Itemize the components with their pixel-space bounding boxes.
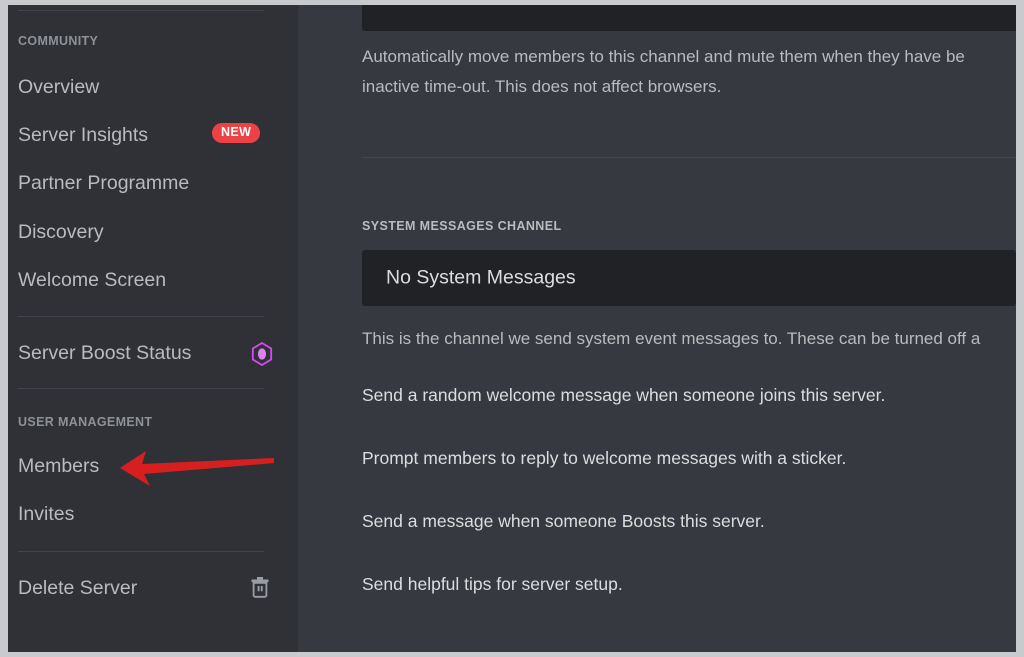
sidebar-item-overview[interactable]: Overview <box>18 72 266 102</box>
sidebar-item-members[interactable]: Members <box>18 451 266 481</box>
screenshot-frame: COMMUNITY Overview Server Insights NEW P… <box>0 0 1024 657</box>
settings-sidebar: COMMUNITY Overview Server Insights NEW P… <box>8 5 298 652</box>
sidebar-divider-boost <box>18 388 264 389</box>
afk-timeout-dropdown[interactable] <box>850 5 1016 31</box>
sidebar-divider-top <box>18 10 264 11</box>
sidebar-item-label: Partner Programme <box>18 171 190 194</box>
system-message-option-setup-tips[interactable]: Send helpful tips for server setup. <box>362 574 623 595</box>
app-viewport: COMMUNITY Overview Server Insights NEW P… <box>8 5 1016 652</box>
sidebar-item-welcome-screen[interactable]: Welcome Screen <box>18 265 266 295</box>
sidebar-item-label: Invites <box>18 502 75 525</box>
sidebar-item-label: Members <box>18 454 100 477</box>
status-badge-new: NEW <box>212 123 261 143</box>
sidebar-divider-community <box>18 316 264 317</box>
main-divider-afk <box>362 157 1016 158</box>
trash-icon[interactable] <box>250 576 270 598</box>
sidebar-item-label: Server Insights <box>18 123 149 146</box>
system-messages-description: This is the channel we send system event… <box>362 329 981 348</box>
sidebar-item-delete-server[interactable]: Delete Server <box>18 573 266 603</box>
afk-channel-dropdown[interactable] <box>362 5 856 31</box>
sidebar-item-server-boost-status[interactable]: Server Boost Status <box>18 338 266 368</box>
boost-gem-icon <box>251 341 273 367</box>
sidebar-item-partner-programme[interactable]: Partner Programme <box>18 168 266 198</box>
system-message-option-sticker-reply[interactable]: Prompt members to reply to welcome messa… <box>362 448 846 469</box>
sidebar-item-label: Discovery <box>18 220 104 243</box>
afk-description-line-1: Automatically move members to this chann… <box>362 47 965 66</box>
sidebar-item-discovery[interactable]: Discovery <box>18 217 266 247</box>
system-message-option-boost[interactable]: Send a message when someone Boosts this … <box>362 511 765 532</box>
sidebar-item-label: Delete Server <box>18 576 138 599</box>
afk-description-line-2: inactive time-out. This does not affect … <box>362 77 722 96</box>
sidebar-item-label: Server Boost Status <box>18 341 192 364</box>
settings-main-panel: Automatically move members to this chann… <box>298 5 1016 652</box>
system-messages-channel-value: No System Messages <box>386 266 576 289</box>
sidebar-item-label: Welcome Screen <box>18 268 167 291</box>
sidebar-item-invites[interactable]: Invites <box>18 499 266 529</box>
sidebar-section-header-user-management: USER MANAGEMENT <box>18 415 153 429</box>
system-message-option-welcome[interactable]: Send a random welcome message when someo… <box>362 385 885 406</box>
system-messages-section-header: SYSTEM MESSAGES CHANNEL <box>362 219 562 233</box>
sidebar-section-header-community: COMMUNITY <box>18 34 99 48</box>
sidebar-divider-user-management <box>18 551 264 552</box>
system-messages-channel-dropdown[interactable]: No System Messages <box>362 250 1016 306</box>
sidebar-item-label: Overview <box>18 75 100 98</box>
